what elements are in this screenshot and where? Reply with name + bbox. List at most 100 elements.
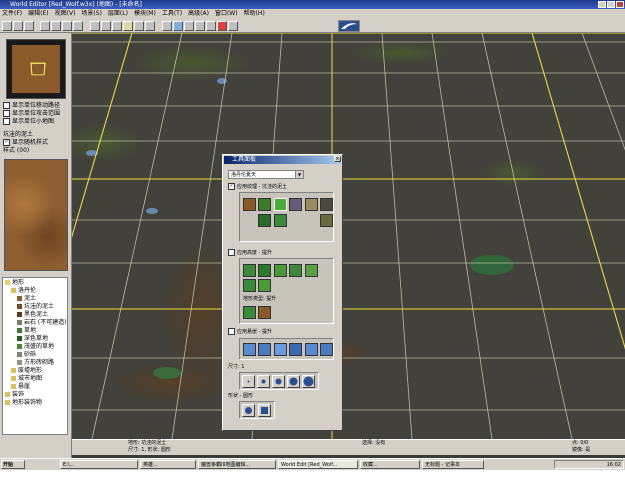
texture-tile-selected[interactable] bbox=[274, 198, 287, 211]
camera-tool-button[interactable] bbox=[145, 21, 155, 31]
tree-item[interactable]: 地形装饰物 bbox=[5, 399, 42, 406]
menu-tools[interactable]: 工具(T) bbox=[162, 9, 182, 19]
height-raise-tile[interactable] bbox=[243, 264, 256, 277]
palette-title-bar[interactable]: 工具面板 bbox=[224, 156, 341, 164]
close-button[interactable] bbox=[616, 1, 624, 8]
variation-selector[interactable]: 样式 (00) bbox=[3, 147, 29, 155]
terrain-tool-button[interactable] bbox=[101, 21, 111, 31]
height-smooth-tile[interactable] bbox=[289, 264, 302, 277]
height-ramp-tile[interactable] bbox=[243, 279, 256, 292]
trigger-editor-button[interactable] bbox=[162, 21, 172, 31]
palette-close-button[interactable]: × bbox=[334, 156, 341, 162]
doodad-tool-button[interactable] bbox=[112, 21, 122, 31]
cliff-tile-5[interactable] bbox=[305, 343, 318, 356]
random-variation-option[interactable]: ✓ 显示随机样式 bbox=[3, 139, 48, 147]
menu-module[interactable]: 模块(M) bbox=[134, 9, 156, 19]
height-type-grass-tile[interactable] bbox=[243, 306, 256, 319]
checkbox-checked-icon[interactable]: ✓ bbox=[228, 183, 235, 190]
show-minimap-option[interactable]: 显示单位小地图 bbox=[3, 118, 54, 126]
checkbox-icon[interactable] bbox=[3, 110, 10, 117]
cliff-tile-3[interactable] bbox=[274, 343, 287, 356]
texture-tile-blight[interactable] bbox=[320, 198, 333, 211]
tree-item[interactable]: 装饰 bbox=[5, 391, 24, 398]
shape-circle-button[interactable] bbox=[242, 404, 255, 417]
cliff-tile-1[interactable] bbox=[243, 343, 256, 356]
height-type-dirt-tile[interactable] bbox=[258, 306, 271, 319]
save-map-button[interactable] bbox=[24, 21, 34, 31]
apply-texture-option[interactable]: ✓ 应用纹理 - 坑洼的泥土 bbox=[228, 183, 287, 191]
checkbox-icon[interactable] bbox=[228, 249, 235, 256]
tree-item[interactable]: 泥土 bbox=[17, 295, 36, 302]
tree-item[interactable]: 深色草地 bbox=[17, 335, 48, 342]
texture-tile-grass[interactable] bbox=[258, 198, 271, 211]
select-button[interactable] bbox=[90, 21, 100, 31]
apply-height-option[interactable]: 应用高度 - 提升 bbox=[228, 249, 272, 257]
checkbox-icon[interactable] bbox=[3, 118, 10, 125]
taskbar-item[interactable]: 魔兽争霸III地图编辑... bbox=[198, 460, 276, 469]
size-3-button[interactable] bbox=[272, 375, 285, 388]
unit-tool-button[interactable] bbox=[123, 21, 133, 31]
shape-square-button[interactable] bbox=[258, 404, 271, 417]
size-2-button[interactable] bbox=[257, 375, 270, 388]
menu-window[interactable]: 窗口(W) bbox=[215, 9, 238, 19]
size-4-button[interactable] bbox=[287, 375, 300, 388]
height-plateau-tile[interactable] bbox=[274, 264, 287, 277]
ai-editor-button[interactable] bbox=[206, 21, 216, 31]
size-1-button[interactable] bbox=[242, 375, 255, 388]
height-noise-tile[interactable] bbox=[305, 264, 318, 277]
tree-item[interactable]: 洛丹伦 bbox=[11, 287, 36, 294]
texture-tile-brick[interactable] bbox=[305, 198, 318, 211]
texture-tile-dark-grass[interactable] bbox=[258, 214, 271, 227]
tree-root[interactable]: 地形 bbox=[5, 279, 24, 286]
texture-tile-gravel[interactable] bbox=[320, 214, 333, 227]
minimap[interactable] bbox=[6, 39, 66, 99]
campaign-editor-button[interactable] bbox=[195, 21, 205, 31]
height-wave-tile[interactable] bbox=[258, 279, 271, 292]
texture-tile-rock[interactable] bbox=[289, 198, 302, 211]
menu-edit[interactable]: 编辑(E) bbox=[28, 9, 48, 19]
maximize-button[interactable] bbox=[607, 1, 615, 8]
map-viewport[interactable] bbox=[72, 33, 625, 439]
paste-button[interactable] bbox=[73, 21, 83, 31]
checkbox-icon[interactable] bbox=[228, 328, 235, 335]
taskbar-item[interactable]: E:\... bbox=[60, 460, 138, 469]
test-map-button[interactable] bbox=[228, 21, 238, 31]
tree-item[interactable]: 茂盛的草地 bbox=[17, 343, 54, 350]
checkbox-icon[interactable] bbox=[3, 102, 10, 109]
tree-item[interactable]: 岩石 (不可建造) bbox=[17, 319, 67, 326]
checkbox-checked-icon[interactable]: ✓ bbox=[3, 139, 10, 146]
new-map-button[interactable] bbox=[2, 21, 12, 31]
tree-item[interactable]: 砂砾 bbox=[17, 351, 36, 358]
taskbar-item-active[interactable]: World Edit [Red_Wolf... bbox=[278, 460, 358, 469]
taskbar-item[interactable]: 无标题 - 记事本 bbox=[422, 460, 484, 469]
import-manager-button[interactable] bbox=[217, 21, 227, 31]
menu-layer[interactable]: 层面(L) bbox=[108, 9, 128, 19]
menu-file[interactable]: 文件(F) bbox=[2, 9, 22, 19]
menu-scene[interactable]: 场景(S) bbox=[81, 9, 102, 19]
object-editor-button[interactable] bbox=[184, 21, 194, 31]
copy-button[interactable] bbox=[62, 21, 72, 31]
cliff-tile-4[interactable] bbox=[289, 343, 302, 356]
start-button[interactable]: 开始 bbox=[1, 460, 25, 469]
show-move-path-option[interactable]: 显示单位移动路径 bbox=[3, 102, 60, 110]
tree-item[interactable]: 草地 bbox=[17, 327, 36, 334]
texture-tile-lush-grass[interactable] bbox=[274, 214, 287, 227]
menu-help[interactable]: 帮助(H) bbox=[244, 9, 265, 19]
tree-item[interactable]: 废墟地形 bbox=[11, 367, 42, 374]
menu-view[interactable]: 视图(V) bbox=[55, 9, 76, 19]
region-tool-button[interactable] bbox=[134, 21, 144, 31]
tree-item[interactable]: 坑洼的泥土 bbox=[17, 303, 54, 310]
cut-button[interactable] bbox=[51, 21, 61, 31]
show-attack-range-option[interactable]: 显示单位攻击范围 bbox=[3, 110, 60, 118]
minimap-camera-frame[interactable] bbox=[30, 62, 46, 76]
menu-advanced[interactable]: 高级(A) bbox=[188, 9, 209, 19]
chevron-down-icon[interactable]: ▼ bbox=[295, 171, 303, 178]
size-5-button[interactable] bbox=[302, 375, 315, 388]
open-map-button[interactable] bbox=[13, 21, 23, 31]
taskbar-item[interactable]: 英雄... bbox=[140, 460, 196, 469]
sound-editor-button[interactable] bbox=[173, 21, 183, 31]
undo-button[interactable] bbox=[40, 21, 50, 31]
minimize-button[interactable] bbox=[598, 1, 606, 8]
terrain-view[interactable] bbox=[72, 33, 625, 439]
cliff-tile-6[interactable] bbox=[320, 343, 333, 356]
